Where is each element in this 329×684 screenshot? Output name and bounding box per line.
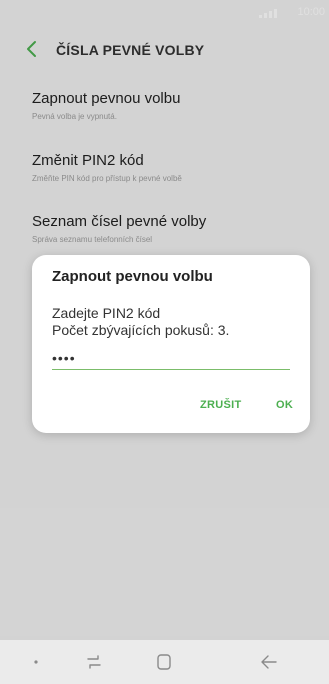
cancel-button[interactable]: ZRUŠIT — [200, 399, 242, 411]
home-icon — [157, 654, 171, 670]
nav-dot-button[interactable] — [22, 650, 50, 674]
dialog-prompt: Zadejte PIN2 kód — [52, 305, 161, 321]
ok-button[interactable]: OK — [276, 399, 293, 411]
back-arrow-icon — [261, 655, 277, 669]
back-button[interactable] — [256, 650, 284, 674]
navigation-bar — [0, 640, 329, 684]
screen: 10:00 ČÍSLA PEVNÉ VOLBY Zapnout pevnou v… — [0, 0, 329, 684]
recent-apps-icon — [87, 655, 101, 669]
dialog-attempts: Počet zbývajících pokusů: 3. — [52, 322, 230, 338]
home-button[interactable] — [150, 650, 178, 674]
pin2-dialog: Zapnout pevnou volbu Zadejte PIN2 kód Po… — [32, 255, 310, 433]
dot-icon — [34, 660, 38, 664]
recent-apps-button[interactable] — [80, 650, 108, 674]
dialog-title: Zapnout pevnou volbu — [52, 268, 213, 285]
pin2-input[interactable] — [52, 347, 290, 370]
